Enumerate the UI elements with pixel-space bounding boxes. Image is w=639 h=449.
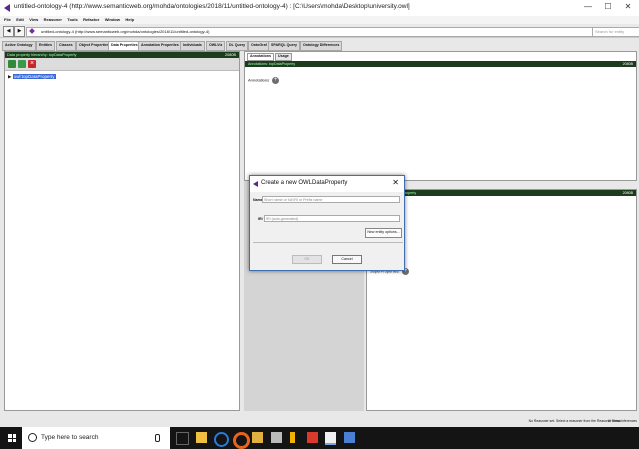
- tab-dl-query[interactable]: DL Query: [226, 41, 249, 51]
- status-bar: No Reasoner set. Select a reasoner from …: [0, 413, 639, 427]
- file-explorer-icon[interactable]: [252, 432, 263, 443]
- edge-icon[interactable]: [214, 432, 229, 447]
- iri-input[interactable]: IRI (auto-generated): [264, 215, 400, 222]
- start-button[interactable]: [8, 434, 16, 442]
- show-inferences-checkbox[interactable]: ☑ Show Inferences: [608, 419, 637, 423]
- menu-help[interactable]: Help: [125, 16, 134, 24]
- protege-logo-icon: [253, 181, 258, 187]
- menu-view[interactable]: View: [29, 16, 38, 24]
- add-subproperty-icon[interactable]: [8, 60, 16, 68]
- subtab-usage[interactable]: Usage: [275, 53, 292, 61]
- menu-bar: File Edit View Reasoner Tools Refactor W…: [0, 16, 639, 24]
- create-data-property-dialog: Create a new OWLDataProperty ✕ Name Shor…: [249, 175, 405, 271]
- window-title-bar: untitled-ontology-4 (http://www.semantic…: [0, 0, 639, 16]
- annotations-label: Annotations: [248, 77, 270, 83]
- tab-ontology-differences[interactable]: Ontology Differences: [300, 41, 343, 51]
- tab-active-ontology[interactable]: Active Ontology: [2, 41, 36, 51]
- task-view-icon[interactable]: [176, 432, 189, 445]
- microphone-icon[interactable]: [155, 434, 160, 442]
- protege-logo-icon: [4, 4, 10, 12]
- app-icon[interactable]: [307, 432, 318, 443]
- tab-classes[interactable]: Classes: [56, 41, 76, 51]
- close-window-button[interactable]: ✕: [621, 2, 635, 14]
- annotations-header: Annotations: topDataProperty 2080B: [245, 61, 636, 67]
- tab-strip: Active Ontology Entities Classes Object …: [0, 38, 639, 51]
- dialog-title-bar: Create a new OWLDataProperty ✕: [250, 176, 404, 192]
- tab-individuals[interactable]: Individuals: [180, 41, 205, 51]
- windows-taskbar: Type here to search: [0, 427, 639, 449]
- annotations-row: Annotations +: [248, 77, 280, 84]
- delete-property-icon[interactable]: ×: [28, 60, 36, 68]
- annotations-panel: Annotations Usage Annotations: topDataPr…: [244, 51, 637, 181]
- dialog-divider: [253, 242, 403, 243]
- taskbar-search-box[interactable]: Type here to search: [22, 427, 170, 449]
- tab-annotation-properties[interactable]: Annotation Properties: [138, 41, 182, 51]
- ontology-iri-selector[interactable]: untitled-ontology-4 (http://www.semantic…: [26, 27, 602, 37]
- tab-ontograf[interactable]: OntoGraf: [248, 41, 270, 51]
- mail-icon[interactable]: [271, 432, 282, 443]
- add-annotation-icon[interactable]: +: [272, 77, 280, 84]
- tab-data-properties[interactable]: Data Properties: [108, 41, 141, 51]
- hierarchy-header-label: Data property hierarchy: topDataProperty: [7, 53, 77, 57]
- tab-owlviz[interactable]: OWLViz: [206, 41, 226, 51]
- store-icon[interactable]: [196, 432, 207, 443]
- cancel-button[interactable]: Cancel: [332, 255, 362, 264]
- ontology-address-bar: ◀ ▶ untitled-ontology-4 (http://www.sema…: [0, 24, 639, 38]
- menu-tools[interactable]: Tools: [67, 16, 77, 24]
- tab-object-properties[interactable]: Object Properties: [76, 41, 112, 51]
- description-header: Description: topDataProperty 2080B: [367, 190, 636, 196]
- dialog-title: Create a new OWLDataProperty: [261, 180, 348, 186]
- ontology-iri-text: untitled-ontology-4 (http://www.semantic…: [41, 29, 210, 34]
- annotations-header-badge: 2080B: [622, 62, 633, 66]
- iri-label: IRI: [258, 217, 263, 221]
- window-title: untitled-ontology-4 (http://www.semantic…: [14, 3, 410, 10]
- tree-item[interactable]: ▶ owl:topDataProperty: [8, 74, 56, 80]
- new-entity-options-button[interactable]: New entity options...: [365, 228, 402, 238]
- taskbar-search-text: Type here to search: [41, 434, 99, 441]
- expand-arrow-icon[interactable]: ▶: [8, 74, 11, 79]
- add-sibling-property-icon[interactable]: [18, 60, 26, 68]
- subtab-annotations[interactable]: Annotations: [247, 53, 274, 61]
- hierarchy-toolbar: ×: [5, 58, 239, 71]
- minimize-button[interactable]: —: [581, 2, 595, 14]
- tree-item-label[interactable]: owl:topDataProperty: [12, 74, 56, 79]
- ok-button[interactable]: OK: [292, 255, 322, 264]
- tab-sparql-query[interactable]: SPARQL Query: [268, 41, 301, 51]
- protege-taskbar-icon[interactable]: [325, 432, 336, 445]
- menu-file[interactable]: File: [4, 16, 11, 24]
- ontology-icon: [29, 28, 35, 34]
- data-property-hierarchy-panel: Data property hierarchy: topDataProperty…: [4, 51, 240, 411]
- annotations-header-label: Annotations: topDataProperty: [248, 62, 296, 66]
- show-inferences-label: Show Inferences: [611, 419, 637, 423]
- maximize-button[interactable]: ☐: [601, 2, 615, 14]
- firefox-icon[interactable]: [233, 432, 250, 449]
- entity-search-input[interactable]: Search for entity: [592, 27, 639, 37]
- back-button[interactable]: ◀: [3, 26, 14, 37]
- description-header-badge: 2080B: [622, 191, 633, 195]
- forward-button[interactable]: ▶: [14, 26, 25, 37]
- dialog-close-button[interactable]: ✕: [392, 178, 399, 187]
- menu-refactor[interactable]: Refactor: [83, 16, 99, 24]
- app-icon[interactable]: [344, 432, 355, 443]
- name-input[interactable]: Short name or full IRI or Prefix name: [262, 196, 400, 203]
- description-panel: Description: topDataProperty 2080B Super…: [366, 189, 637, 411]
- tab-entities[interactable]: Entities: [36, 41, 55, 51]
- cortana-icon: [28, 433, 37, 442]
- app-icon[interactable]: [290, 432, 295, 443]
- menu-window[interactable]: Window: [105, 16, 120, 24]
- menu-edit[interactable]: Edit: [16, 16, 24, 24]
- menu-reasoner[interactable]: Reasoner: [44, 16, 62, 24]
